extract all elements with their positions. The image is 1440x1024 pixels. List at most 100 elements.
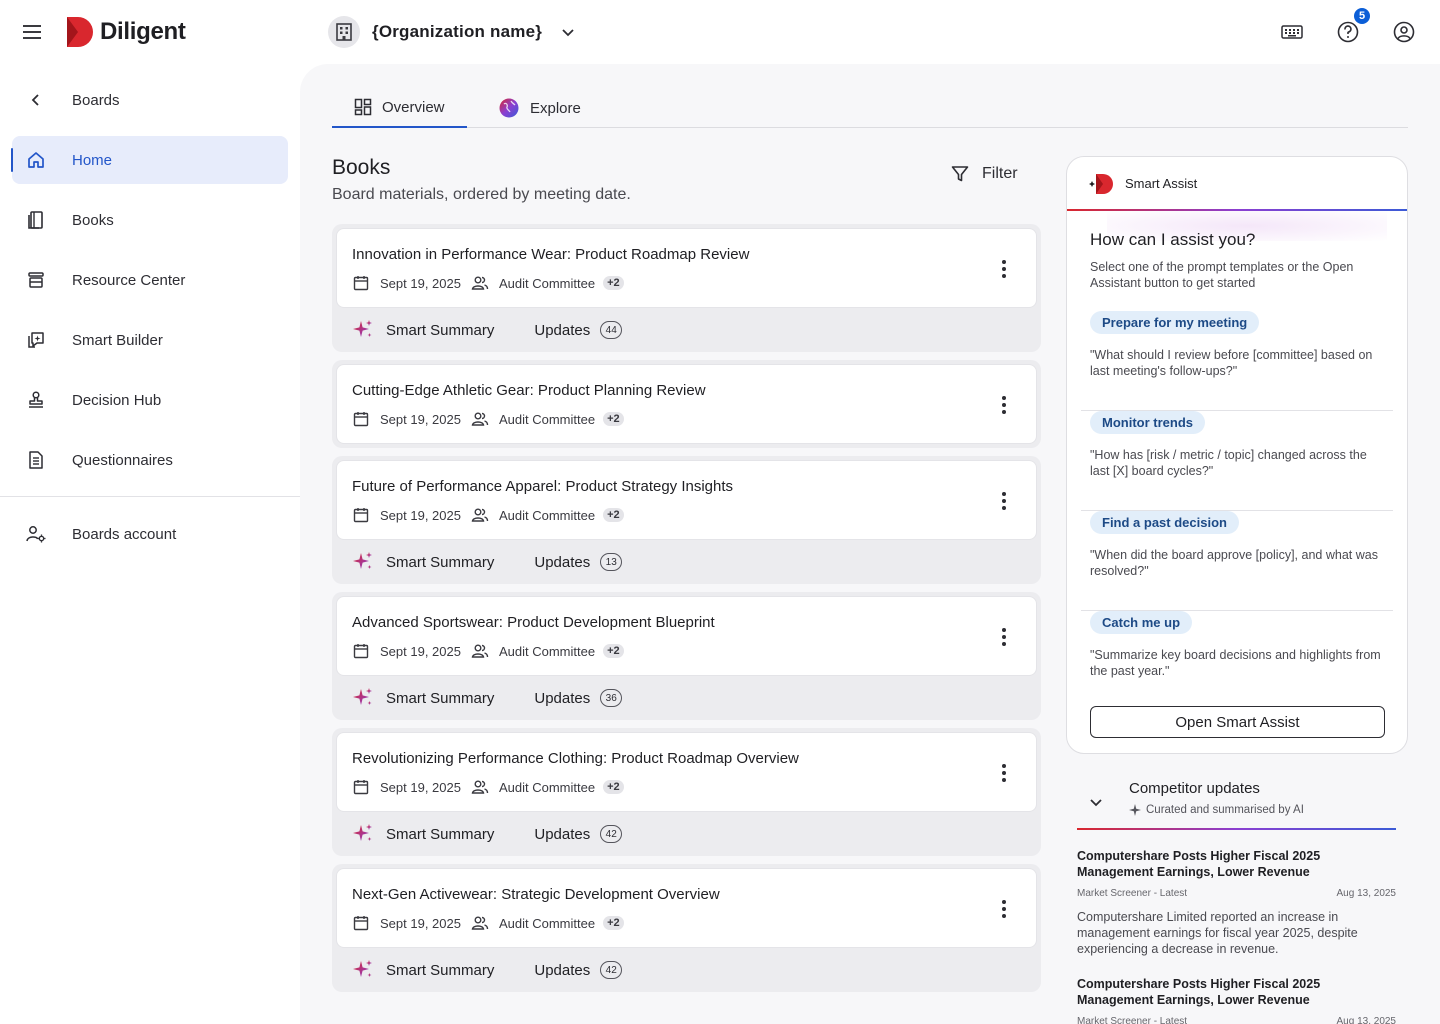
more-options-icon[interactable] — [992, 257, 1016, 281]
keyboard-shortcuts-button[interactable] — [1276, 16, 1308, 48]
news-title[interactable]: Computershare Posts Higher Fiscal 2025 M… — [1077, 976, 1396, 1008]
account-button[interactable] — [1388, 16, 1420, 48]
book-date: Sept 19, 2025 — [380, 275, 461, 291]
tab-label: Explore — [530, 99, 581, 117]
book-card[interactable]: Revolutionizing Performance Clothing: Pr… — [336, 732, 1037, 812]
book-card[interactable]: Advanced Sportswear: Product Development… — [336, 596, 1037, 676]
smart-summary-button[interactable]: Smart Summary — [352, 319, 494, 341]
book-item: Innovation in Performance Wear: Product … — [332, 224, 1041, 352]
updates-button[interactable]: Updates 36 — [534, 689, 623, 707]
smart-summary-button[interactable]: Smart Summary — [352, 959, 494, 981]
smart-summary-button[interactable]: Smart Summary — [352, 823, 494, 845]
sidebar-item-questionnaires[interactable]: Questionnaires — [12, 436, 288, 484]
tab-explore[interactable]: Explore — [476, 88, 603, 128]
book-meta: Sept 19, 2025 Audit Committee +2 — [352, 778, 624, 796]
book-card[interactable]: Next-Gen Activewear: Strategic Developme… — [336, 868, 1037, 948]
section-title: Books — [332, 156, 391, 179]
sidebar-item-home[interactable]: Home — [11, 136, 288, 184]
group-icon — [471, 506, 489, 524]
sidebar-item-books[interactable]: Books — [12, 196, 288, 244]
sidebar: Boards Home Books Resource Center Smart … — [0, 64, 300, 1024]
tab-overview[interactable]: Overview — [332, 88, 467, 128]
chevron-left-icon — [24, 88, 48, 112]
help-button[interactable]: 5 — [1332, 8, 1370, 48]
book-card[interactable]: Future of Performance Apparel: Product S… — [336, 460, 1037, 540]
book-item: Advanced Sportswear: Product Development… — [332, 592, 1041, 720]
more-options-icon[interactable] — [992, 625, 1016, 649]
help-icon — [1337, 21, 1359, 43]
building-icon — [328, 16, 360, 48]
book-date: Sept 19, 2025 — [380, 779, 461, 795]
more-options-icon[interactable] — [992, 489, 1016, 513]
updates-button[interactable]: Updates 44 — [534, 321, 623, 339]
more-committees-chip[interactable]: +2 — [603, 412, 624, 426]
smart-assist-logo-icon — [1089, 173, 1113, 194]
sidebar-item-resource-center[interactable]: Resource Center — [12, 256, 288, 304]
calendar-icon — [352, 506, 370, 524]
group-icon — [471, 642, 489, 660]
prompt-chip[interactable]: Monitor trends — [1090, 411, 1205, 434]
prompt-chip[interactable]: Catch me up — [1090, 611, 1193, 634]
filter-button[interactable]: Filter — [950, 164, 1018, 184]
sidebar-item-smart-builder[interactable]: Smart Builder — [12, 316, 288, 364]
tab-bar: Overview Explore — [332, 88, 1408, 128]
updates-button[interactable]: Updates 42 — [534, 825, 623, 843]
calendar-icon — [352, 642, 370, 660]
book-date: Sept 19, 2025 — [380, 915, 461, 931]
sparkle-icon — [1129, 804, 1141, 816]
globe-icon — [499, 98, 519, 118]
sidebar-item-boards-account[interactable]: Boards account — [12, 510, 288, 558]
sidebar-item-label: Books — [72, 211, 114, 229]
more-committees-chip[interactable]: +2 — [603, 780, 624, 794]
prompt-template: Catch me up "Summarize key board decisio… — [1081, 611, 1393, 711]
chevron-down-icon[interactable] — [1088, 794, 1104, 810]
prompt-chip[interactable]: Find a past decision — [1090, 511, 1239, 534]
book-item: Revolutionizing Performance Clothing: Pr… — [332, 728, 1041, 856]
updates-label: Updates — [534, 321, 591, 339]
prompt-chip[interactable]: Prepare for my meeting — [1090, 311, 1260, 334]
competitor-updates-title: Competitor updates — [1129, 780, 1260, 797]
news-date: Aug 13, 2025 — [1336, 888, 1397, 899]
updates-button[interactable]: Updates 13 — [534, 553, 623, 571]
book-card[interactable]: Cutting-Edge Athletic Gear: Product Plan… — [336, 364, 1037, 444]
stamp-icon — [24, 388, 48, 412]
sidebar-item-decision-hub[interactable]: Decision Hub — [12, 376, 288, 424]
group-icon — [471, 914, 489, 932]
updates-button[interactable]: Updates 42 — [534, 961, 623, 979]
news-title[interactable]: Computershare Posts Higher Fiscal 2025 M… — [1077, 848, 1396, 880]
filter-icon — [951, 166, 969, 182]
more-options-icon[interactable] — [992, 393, 1016, 417]
notification-badge: 5 — [1354, 8, 1370, 24]
smart-summary-button[interactable]: Smart Summary — [352, 687, 494, 709]
top-actions: 5 — [1276, 8, 1420, 48]
open-smart-assist-button[interactable]: Open Smart Assist — [1090, 706, 1385, 738]
more-committees-chip[interactable]: +2 — [603, 644, 624, 658]
more-committees-chip[interactable]: +2 — [603, 508, 624, 522]
news-meta: Market Screener - Latest Aug 13, 2025 — [1077, 1016, 1396, 1024]
more-committees-chip[interactable]: +2 — [603, 276, 624, 290]
smart-summary-button[interactable]: Smart Summary — [352, 551, 494, 573]
book-committee: Audit Committee — [498, 779, 596, 795]
book-date: Sept 19, 2025 — [380, 643, 461, 659]
more-options-icon[interactable] — [992, 897, 1016, 921]
smart-assist-header: Smart Assist — [1067, 157, 1407, 210]
smart-assist-title: Smart Assist — [1125, 176, 1198, 191]
more-options-icon[interactable] — [992, 761, 1016, 785]
book-committee: Audit Committee — [498, 275, 596, 291]
menu-icon[interactable] — [20, 20, 44, 44]
keyboard-icon — [1281, 25, 1303, 39]
sparkle-icon — [352, 319, 374, 341]
group-icon — [471, 778, 489, 796]
sidebar-back-boards[interactable]: Boards — [12, 76, 288, 124]
user-settings-icon — [24, 522, 48, 546]
more-committees-chip[interactable]: +2 — [603, 916, 624, 930]
brand-logo[interactable]: Diligent — [64, 16, 186, 48]
book-committee: Audit Committee — [498, 507, 596, 523]
book-title: Cutting-Edge Athletic Gear: Product Plan… — [352, 382, 706, 399]
news-meta: Market Screener - Latest Aug 13, 2025 — [1077, 888, 1396, 899]
smart-summary-label: Smart Summary — [386, 689, 495, 707]
book-item: Next-Gen Activewear: Strategic Developme… — [332, 864, 1041, 992]
book-card[interactable]: Innovation in Performance Wear: Product … — [336, 228, 1037, 308]
updates-count: 42 — [600, 825, 623, 843]
organization-switcher[interactable]: {Organization name} — [328, 16, 576, 48]
